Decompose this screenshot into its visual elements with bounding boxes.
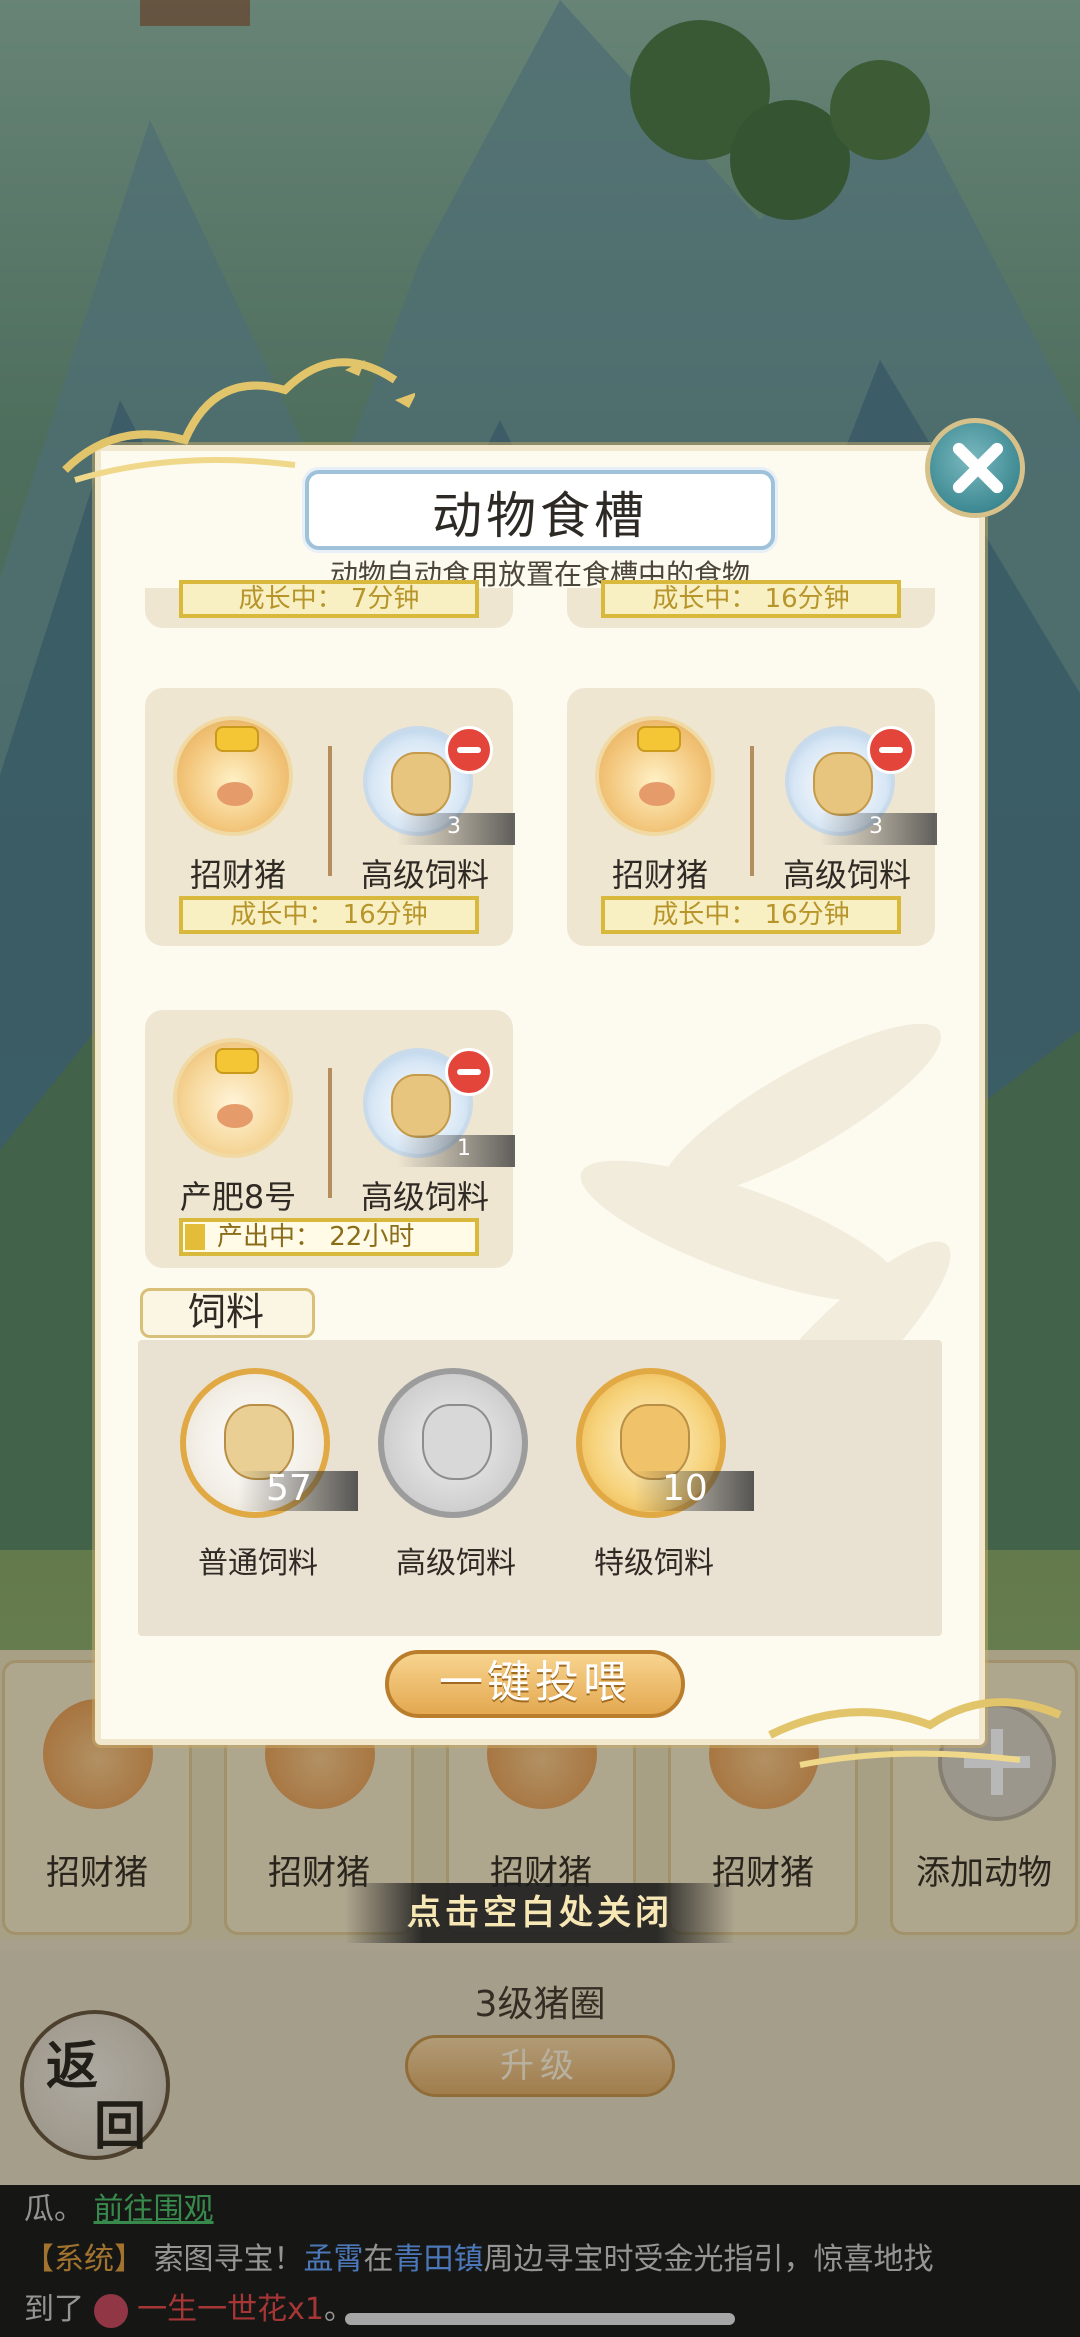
divider xyxy=(328,1068,332,1198)
feed-item[interactable]: 高级饲料 xyxy=(356,1368,528,1598)
cloud-decoration-icon xyxy=(768,1698,1062,1768)
growth-status: 成长中： 16分钟 xyxy=(179,896,479,934)
feed-count: 10 xyxy=(662,1468,708,1509)
feed-name: 高级饲料 xyxy=(360,856,489,894)
divider xyxy=(750,746,754,876)
growth-status: 成长中： 7分钟 xyxy=(179,580,479,618)
feed-count: 1 xyxy=(457,1136,471,1161)
feed-name: 普通饲料 xyxy=(198,1546,318,1581)
feed-count: 3 xyxy=(869,814,883,839)
feed-count: 57 xyxy=(266,1468,312,1509)
feed-section-label: 饲料 xyxy=(140,1288,315,1338)
feed-count: 3 xyxy=(447,814,461,839)
remove-feed-button[interactable] xyxy=(867,726,915,774)
animal-name: 招财猪 xyxy=(611,856,708,894)
growth-status: 成长中： 16分钟 xyxy=(601,580,901,618)
trough-card: 成长中： 7分钟 xyxy=(145,580,513,628)
trough-card[interactable]: 3 招财猪 高级饲料 成长中： 16分钟 xyxy=(145,688,515,946)
fortune-pig-icon xyxy=(595,716,715,836)
advanced-feed-icon xyxy=(378,1368,528,1518)
feed-all-button[interactable]: 一键投喂 xyxy=(385,1650,685,1718)
divider xyxy=(328,746,332,876)
feed-item[interactable]: 10 特级饲料 xyxy=(554,1368,754,1598)
feed-item[interactable]: 57 普通饲料 xyxy=(158,1368,358,1598)
growth-status: 成长中： 16分钟 xyxy=(601,896,901,934)
fertilizer-pig-icon xyxy=(173,1038,293,1158)
trough-card[interactable]: 1 产肥8号 高级饲料 产出中： 22小时 xyxy=(145,1010,515,1268)
feed-inventory-panel: 57 普通饲料 高级饲料 10 特级饲料 xyxy=(138,1340,942,1636)
fortune-pig-icon xyxy=(173,716,293,836)
production-status-text: 产出中： 22小时 xyxy=(217,1222,415,1252)
feed-name: 高级饲料 xyxy=(396,1546,516,1581)
trough-card[interactable]: 3 招财猪 高级饲料 成长中： 16分钟 xyxy=(567,688,937,946)
animal-name: 产肥8号 xyxy=(179,1178,297,1216)
feed-name: 高级饲料 xyxy=(360,1178,489,1216)
feed-name: 特级饲料 xyxy=(594,1546,714,1581)
trough-card: 成长中： 16分钟 xyxy=(567,580,935,628)
remove-feed-button[interactable] xyxy=(445,1048,493,1096)
animal-name: 招财猪 xyxy=(189,856,286,894)
remove-feed-button[interactable] xyxy=(445,726,493,774)
count-bar xyxy=(397,1135,515,1167)
tap-to-close-hint: 点击空白处关闭 xyxy=(345,1883,735,1943)
close-button[interactable] xyxy=(925,418,1025,518)
feed-name: 高级饲料 xyxy=(782,856,911,894)
modal-title: 动物食槽 xyxy=(432,487,648,545)
progress-fill xyxy=(185,1224,205,1250)
title-plaque: 动物食槽 xyxy=(305,470,775,550)
production-status: 产出中： 22小时 xyxy=(179,1218,479,1256)
